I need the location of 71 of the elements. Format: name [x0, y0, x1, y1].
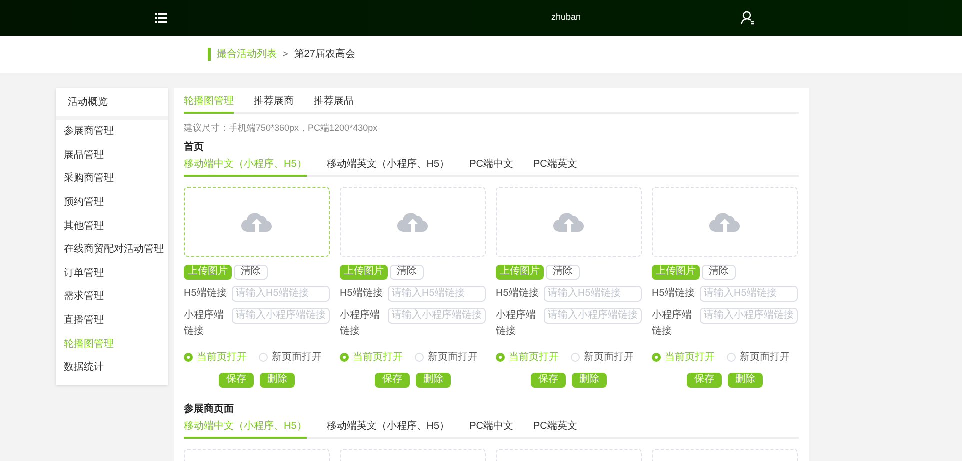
sidebar-item[interactable]: 其他管理 [56, 214, 168, 238]
input-field[interactable]: 请输入小程序端链接 [544, 308, 642, 324]
upload-area[interactable] [340, 186, 486, 256]
sidebar-item[interactable]: 订单管理 [56, 262, 168, 286]
radio-label: 新页面打开 [272, 350, 322, 364]
field-label: 小程序端链接 [496, 308, 537, 338]
radio-button[interactable] [496, 352, 505, 362]
radio-label: 当前页打开 [353, 350, 403, 364]
input-field[interactable]: 请输入H5端链接 [388, 286, 486, 302]
tab[interactable]: PC端中文 [470, 156, 514, 176]
field-label: 小程序端链接 [652, 308, 693, 338]
field-label: H5端链接 [184, 286, 228, 300]
field-label: 小程序端链接 [340, 308, 381, 338]
tab[interactable]: PC端英文 [534, 156, 578, 176]
section-title: 参展商页面 [184, 402, 235, 416]
tab[interactable]: PC端中文 [470, 418, 514, 438]
tab[interactable]: 推荐展品 [314, 94, 354, 114]
radio-label: 当前页打开 [509, 350, 559, 364]
clear-button[interactable]: 清除 [546, 264, 580, 280]
section-title: 首页 [184, 140, 205, 154]
field-label: H5端链接 [496, 286, 540, 300]
radio-button[interactable] [652, 352, 661, 362]
field-label: H5端链接 [652, 286, 696, 300]
sidebar-item[interactable]: 预约管理 [56, 190, 168, 214]
radio-label: 新页面打开 [428, 350, 478, 364]
input-field[interactable]: 请输入H5端链接 [700, 286, 798, 302]
sidebar-item[interactable]: 在线商贸配对活动管理 [56, 238, 168, 262]
radio-button[interactable] [259, 352, 268, 362]
radio-label: 当前页打开 [665, 350, 715, 364]
cloud-upload-icon [397, 210, 429, 232]
cloud-upload-icon [241, 210, 273, 232]
tab[interactable]: 移动端英文（小程序、H5） [326, 418, 450, 438]
sidebar-item[interactable]: 展品管理 [56, 144, 168, 168]
sidebar-item[interactable]: 参展商管理 [56, 120, 168, 144]
sidebar-item[interactable]: 数据统计 [56, 356, 168, 380]
clear-button[interactable]: 清除 [702, 264, 736, 280]
sidebar-item[interactable]: 需求管理 [56, 285, 168, 309]
input-field[interactable]: 请输入小程序端链接 [700, 308, 798, 324]
input-field[interactable]: 请输入小程序端链接 [388, 308, 486, 324]
radio-label: 新页面打开 [740, 350, 790, 364]
input-field[interactable]: 请输入小程序端链接 [232, 308, 330, 324]
input-field[interactable]: 请输入H5端链接 [232, 286, 330, 302]
tab[interactable]: 推荐展商 [254, 94, 294, 114]
menu-icon[interactable] [155, 13, 167, 23]
radio-button[interactable] [340, 352, 349, 362]
upload-area[interactable] [184, 186, 330, 256]
breadcrumb-separator: > [283, 48, 288, 61]
field-label: H5端链接 [340, 286, 384, 300]
radio-label: 新页面打开 [584, 350, 634, 364]
input-field[interactable]: 请输入H5端链接 [544, 286, 642, 302]
clear-button[interactable]: 清除 [234, 264, 268, 280]
username: zhuban [551, 11, 581, 24]
breadcrumb-item: 第27届农高会 [294, 48, 356, 62]
clear-button[interactable]: 清除 [390, 264, 424, 280]
upload-area[interactable] [652, 186, 798, 256]
radio-label: 当前页打开 [197, 350, 247, 364]
sidebar-title[interactable]: 活动概览 [56, 88, 168, 120]
user-icon[interactable] [741, 11, 755, 25]
cloud-upload-icon [709, 210, 741, 232]
sidebar-item[interactable]: 直播管理 [56, 308, 168, 332]
radio-button[interactable] [571, 352, 580, 362]
upload-area[interactable] [496, 186, 642, 256]
radio-button[interactable] [727, 352, 736, 362]
cloud-upload-icon [553, 210, 585, 232]
radio-button[interactable] [415, 352, 424, 362]
tab[interactable]: 移动端英文（小程序、H5） [326, 156, 450, 176]
field-label: 小程序端链接 [184, 308, 225, 338]
radio-button[interactable] [184, 352, 193, 362]
tab[interactable]: PC端英文 [534, 418, 578, 438]
size-hint: 建议尺寸：手机端750*360px，PC端1200*430px [184, 122, 379, 135]
sidebar-item[interactable]: 采购商管理 [56, 167, 168, 191]
